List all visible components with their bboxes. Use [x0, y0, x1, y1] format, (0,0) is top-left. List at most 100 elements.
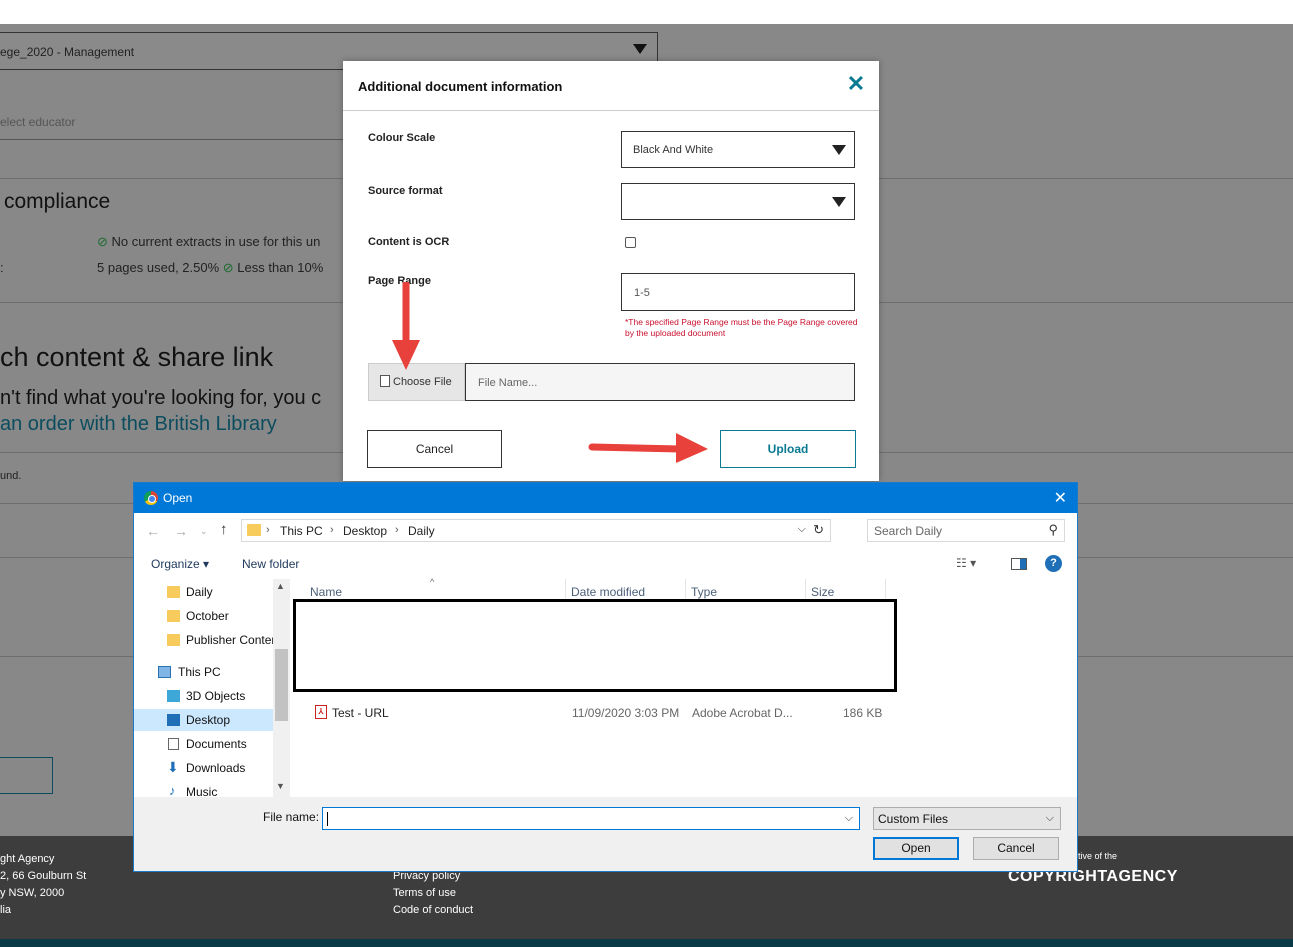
dialog-title: Open — [163, 491, 193, 505]
nav-item-publisher[interactable]: Publisher Conter — [134, 629, 273, 651]
nav-item-october[interactable]: October — [134, 605, 273, 627]
column-header-size[interactable]: Size — [811, 585, 834, 599]
nav-scrollbar[interactable]: ▲ ▼ — [273, 579, 290, 797]
file-name-field[interactable]: File Name... — [465, 363, 855, 401]
nav-item-downloads[interactable]: ⬇ Downloads — [134, 757, 273, 779]
file-row[interactable]: ⅄ Test - URL 11/09/2020 3:03 PM Adobe Ac… — [310, 703, 883, 723]
dialog-title-bar: Open ✕ — [134, 483, 1077, 513]
chevron-down-icon[interactable]: ⌵ — [845, 812, 853, 825]
column-header-date[interactable]: Date modified — [571, 585, 645, 599]
ocr-checkbox[interactable] — [625, 237, 636, 248]
column-header-type[interactable]: Type — [691, 585, 717, 599]
search-input[interactable]: Search Daily ⚲ — [867, 519, 1065, 542]
organize-menu[interactable]: Organize ▾ — [151, 557, 209, 571]
file-name: Test - URL — [332, 706, 389, 720]
upload-button[interactable]: Upload — [720, 430, 856, 468]
ocr-label: Content is OCR — [368, 236, 450, 248]
footer-address-line: 2, 66 Goulburn St — [0, 870, 87, 882]
preview-pane-icon[interactable] — [1011, 558, 1027, 570]
chevron-down-icon — [832, 197, 846, 207]
file-name-input[interactable]: ⌵ — [322, 807, 860, 830]
educator-placeholder: elect educator — [0, 115, 76, 129]
cancel-button[interactable]: Cancel — [367, 430, 502, 468]
breadcrumb-this-pc[interactable]: This PC — [280, 524, 323, 538]
choose-file-label: Choose File — [393, 376, 452, 388]
folder-sync-icon — [167, 610, 180, 622]
computer-icon — [158, 666, 171, 678]
dialog-cancel-button[interactable]: Cancel — [973, 837, 1059, 860]
source-format-label: Source format — [368, 185, 443, 197]
column-separator — [685, 579, 686, 601]
background-button[interactable] — [0, 757, 53, 794]
dialog-toolbar: Organize ▾ New folder ☷ ▾ ? — [134, 549, 1077, 579]
file-list: ^ Name Date modified Type Size ⅄ Test - … — [290, 577, 1077, 797]
breadcrumb-daily[interactable]: Daily — [408, 524, 435, 538]
up-arrow-icon[interactable]: ↑ — [220, 521, 228, 538]
address-bar[interactable]: › This PC › Desktop › Daily ⌵ ↻ — [241, 519, 831, 542]
footer-address-line: ght Agency — [0, 853, 55, 865]
column-header-name[interactable]: Name — [310, 585, 342, 599]
source-format-select[interactable] — [621, 183, 855, 220]
terms-of-use-link[interactable]: Terms of use — [393, 887, 456, 899]
open-file-dialog: Open ✕ ← → ⌄ ↑ › This PC › Desktop › Dai… — [133, 482, 1078, 872]
nav-item-desktop[interactable]: Desktop — [134, 709, 273, 731]
colour-scale-value: Black And White — [633, 144, 714, 156]
nav-item-music[interactable]: ♪ Music — [134, 781, 273, 797]
pages-used-text: 5 pages used, 2.50% ⊘ Less than 10% — [97, 260, 324, 275]
scroll-up-icon[interactable]: ▲ — [276, 581, 285, 591]
nav-item-this-pc[interactable]: This PC — [134, 661, 273, 683]
close-icon[interactable]: ✕ — [845, 73, 867, 95]
page-range-value: 1-5 — [634, 287, 650, 299]
file-type-value: Custom Files — [878, 812, 949, 826]
attach-heading: ch content & share link — [0, 342, 274, 372]
file-name-placeholder: File Name... — [478, 377, 538, 389]
search-icon: ⚲ — [1048, 522, 1058, 537]
navigation-pane: Daily October Publisher Conter This PC 3… — [134, 579, 290, 797]
program-select-value: ege_2020 - Management — [0, 45, 135, 59]
page-range-input[interactable]: 1-5 — [621, 273, 855, 311]
british-library-link[interactable]: an order with the British Library — [0, 413, 277, 436]
refresh-icon[interactable]: ↻ — [813, 522, 824, 538]
view-options-icon[interactable]: ☷ ▾ — [956, 556, 976, 570]
code-of-conduct-link[interactable]: Code of conduct — [393, 904, 473, 916]
column-separator — [805, 579, 806, 601]
search-placeholder: Search Daily — [874, 524, 943, 538]
dialog-close-icon[interactable]: ✕ — [1054, 488, 1067, 508]
file-size: 186 KB — [843, 706, 883, 720]
footer-bottom-bar — [0, 939, 1293, 947]
check-circle-icon: ⊘ — [97, 234, 112, 249]
compliance-heading: compliance — [4, 190, 111, 213]
desktop-icon — [167, 714, 180, 726]
footer-address-line: y NSW, 2000 — [0, 887, 65, 899]
scroll-down-icon[interactable]: ▼ — [276, 781, 285, 791]
folder-icon — [167, 634, 180, 646]
dialog-bottom-panel: File name: ⌵ Custom Files ⌵ Open Cancel — [134, 797, 1077, 871]
back-arrow-icon[interactable]: ← — [146, 523, 160, 539]
check-circle-icon: ⊘ — [219, 260, 238, 275]
pages-label: : — [0, 260, 4, 275]
educator-select[interactable]: elect educator — [0, 102, 344, 140]
nav-item-3d-objects[interactable]: 3D Objects — [134, 685, 273, 707]
breadcrumb-separator-icon: › — [395, 524, 399, 536]
address-row: ← → ⌄ ↑ › This PC › Desktop › Daily ⌵ ↻ … — [134, 513, 1077, 549]
open-button[interactable]: Open — [873, 837, 959, 860]
nav-item-documents[interactable]: Documents — [134, 733, 273, 755]
file-name-label: File name: — [263, 810, 320, 824]
nav-item-daily[interactable]: Daily — [134, 581, 273, 603]
folder-icon — [167, 586, 180, 598]
recent-locations-chevron-icon[interactable]: ⌄ — [200, 526, 208, 537]
scrollbar-thumb[interactable] — [275, 649, 288, 721]
found-text: und. — [0, 470, 22, 482]
forward-arrow-icon[interactable]: → — [174, 523, 188, 539]
colour-scale-select[interactable]: Black And White — [621, 131, 855, 168]
page-range-note: *The specified Page Range must be the Pa… — [625, 317, 858, 338]
music-icon: ♪ — [169, 783, 176, 797]
breadcrumb-separator-icon: › — [266, 524, 270, 536]
file-type-select[interactable]: Custom Files ⌵ — [873, 807, 1061, 830]
help-icon[interactable]: ? — [1045, 555, 1062, 572]
new-folder-button[interactable]: New folder — [242, 557, 299, 571]
breadcrumb-desktop[interactable]: Desktop — [343, 524, 387, 538]
additional-document-modal: Additional document information ✕ Colour… — [343, 61, 879, 481]
chevron-down-icon[interactable]: ⌵ — [798, 523, 806, 536]
column-separator — [885, 579, 886, 601]
